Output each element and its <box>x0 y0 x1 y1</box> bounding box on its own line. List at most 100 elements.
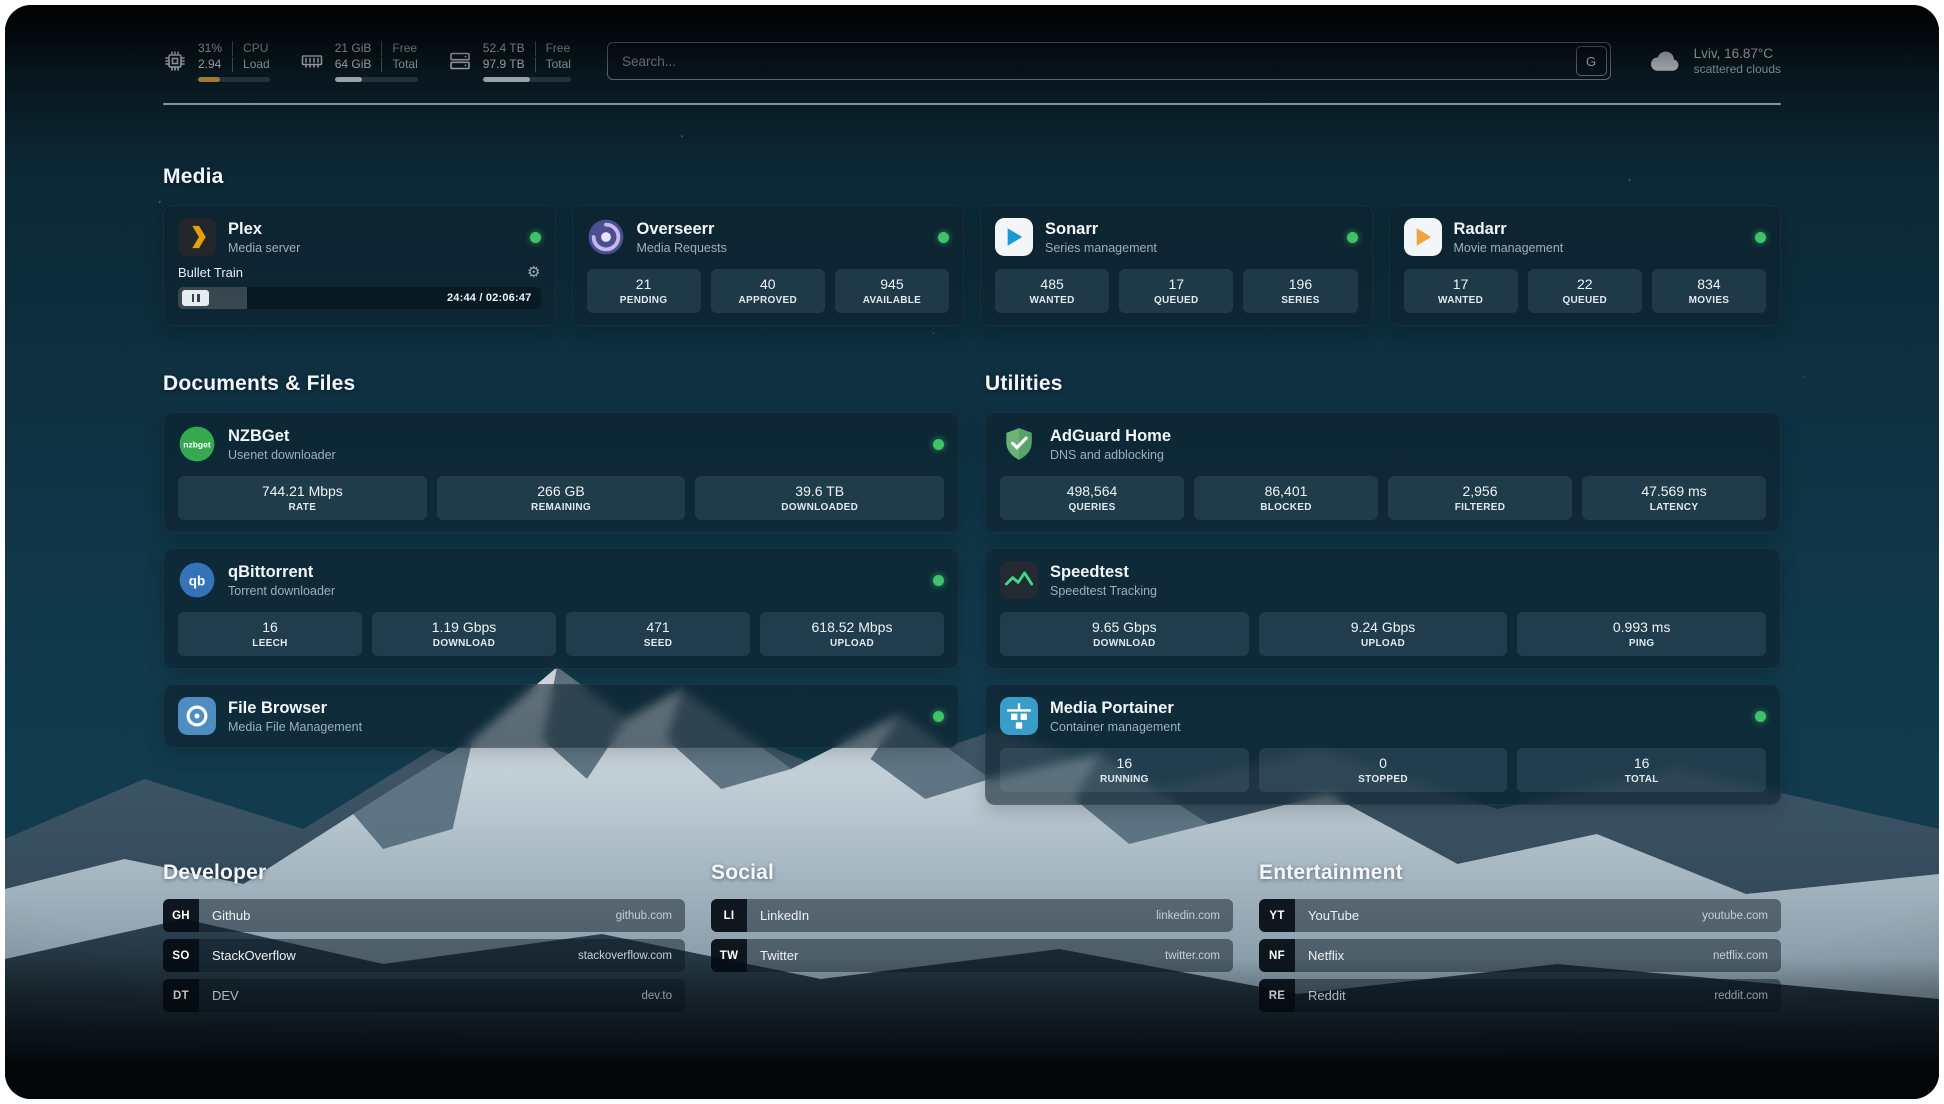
app-subtitle: Speedtest Tracking <box>1050 584 1157 599</box>
stat-value: 21 <box>591 276 697 293</box>
bookmark-linkedin[interactable]: LILinkedInlinkedin.com <box>711 899 1233 932</box>
dashboard-window: 31%CPU2.94Load21 GiBFree64 GiBTotal52.4 … <box>5 5 1939 1099</box>
system-stat-body: 21 GiBFree64 GiBTotal <box>335 41 418 82</box>
search-engine-button[interactable]: G <box>1576 46 1607 76</box>
app-card-radarr[interactable]: RadarrMovie management17WANTED22QUEUED83… <box>1389 205 1782 326</box>
weather-location-temp: Lviv, 16.87°C <box>1694 45 1781 62</box>
bookmark-name: StackOverflow <box>212 948 296 963</box>
radarr-icon <box>1404 218 1442 256</box>
pause-button[interactable] <box>182 290 209 306</box>
app-card-overseerr[interactable]: OverseerrMedia Requests21PENDING40APPROV… <box>572 205 965 326</box>
app-card-header: OverseerrMedia Requests <box>587 218 950 256</box>
stat-label: QUEUED <box>1123 295 1229 307</box>
bookmark-stackoverflow[interactable]: SOStackOverflowstackoverflow.com <box>163 939 685 972</box>
stat-label: PING <box>1521 638 1762 650</box>
adguard-icon <box>1000 425 1038 463</box>
documents-card-stack: nzbgetNZBGetUsenet downloader744.21 Mbps… <box>163 412 959 748</box>
system-stat-label: CPU <box>232 41 270 56</box>
stat-latency: 47.569 msLATENCY <box>1582 476 1766 520</box>
bookmark-rows: GHGithubgithub.comSOStackOverflowstackov… <box>163 899 685 1012</box>
app-name: Sonarr <box>1045 219 1157 239</box>
app-card-adguard[interactable]: AdGuard HomeDNS and adblocking498,564QUE… <box>985 412 1781 533</box>
playback-time: 24:44 / 02:06:47 <box>447 287 532 309</box>
stat-value: 744.21 Mbps <box>182 483 423 500</box>
disk-icon <box>448 49 472 73</box>
system-stat-value: 52.4 TB <box>483 41 535 56</box>
stat-value: 47.569 ms <box>1586 483 1762 500</box>
bookmark-url: netflix.com <box>1713 950 1768 962</box>
system-stat-ram: 21 GiBFree64 GiBTotal <box>300 41 418 82</box>
section-title-documents: Documents & Files <box>163 372 959 396</box>
gear-icon[interactable]: ⚙ <box>527 265 540 280</box>
stat-downloaded: 39.6 TBDOWNLOADED <box>695 476 944 520</box>
stat-value: 2,956 <box>1392 483 1568 500</box>
app-stats-row: 744.21 Mbps RATE 266 GBREMAINING39.6 TBDOW… <box>178 476 944 520</box>
stat-label: RATE <box>182 502 423 514</box>
stat-label: QUERIES <box>1004 502 1180 514</box>
app-card-portainer[interactable]: Media PortainerContainer management16RUN… <box>985 684 1781 805</box>
app-card-header: qbqBittorrentTorrent downloader <box>178 561 944 599</box>
stat-total: 16TOTAL <box>1517 748 1766 792</box>
bookmark-twitter[interactable]: TWTwittertwitter.com <box>711 939 1233 972</box>
bookmark-rows: YTYouTubeyoutube.com NFNetflixnetflix.com… <box>1259 899 1781 1012</box>
stat-available: 945AVAILABLE <box>835 269 949 313</box>
app-subtitle: Usenet downloader <box>228 448 336 463</box>
stat-label: APPROVED <box>715 295 821 307</box>
app-card-filebrowser[interactable]: File BrowserMedia File Management <box>163 684 959 748</box>
bookmark-dev[interactable]: DTDEVdev.to <box>163 979 685 1012</box>
stat-label: AVAILABLE <box>839 295 945 307</box>
stat-label: LEECH <box>182 638 358 650</box>
bookmark-name: Github <box>212 908 250 923</box>
app-card-nzbget[interactable]: nzbgetNZBGetUsenet downloader744.21 Mbps… <box>163 412 959 533</box>
app-card-header: Media PortainerContainer management <box>1000 697 1766 735</box>
system-stat-usage-bar <box>335 77 418 82</box>
bookmark-url: linkedin.com <box>1156 910 1220 922</box>
app-stats-row: 485WANTED17QUEUED196SERIES <box>995 269 1358 313</box>
cloud-icon <box>1647 43 1683 79</box>
stat-label: DOWNLOAD <box>376 638 552 650</box>
media-card-grid: PlexMedia serverBullet Train⚙24:44 / 02:… <box>163 205 1781 326</box>
stat-remaining: 266 GBREMAINING <box>437 476 686 520</box>
stat-value: 9.24 Gbps <box>1263 619 1504 636</box>
bookmark-netflix[interactable]: NFNetflixnetflix.com <box>1259 939 1781 972</box>
system-stat-value: 2.94 <box>198 57 232 72</box>
stat-approved: 40APPROVED <box>711 269 825 313</box>
status-dot-online <box>1755 711 1766 722</box>
stat-value: 485 <box>999 276 1105 293</box>
stat-label: BLOCKED <box>1198 502 1374 514</box>
app-card-plex[interactable]: PlexMedia serverBullet Train⚙24:44 / 02:… <box>163 205 556 326</box>
bookmark-abbr-icon: RE <box>1259 979 1295 1012</box>
stat-value: 0.993 ms <box>1521 619 1762 636</box>
bookmark-name: Reddit <box>1308 988 1346 1003</box>
system-stat-usage-bar <box>483 77 571 82</box>
stat-label: WANTED <box>999 295 1105 307</box>
app-card-sonarr[interactable]: SonarrSeries management485WANTED17QUEUED… <box>980 205 1373 326</box>
app-card-header: RadarrMovie management <box>1404 218 1767 256</box>
section-documents: Documents & Files nzbgetNZBGetUsenet dow… <box>163 372 959 805</box>
bookmark-name: LinkedIn <box>760 908 809 923</box>
app-stats-row: 498,564QUERIES86,401BLOCKED2,956FILTERED… <box>1000 476 1766 520</box>
bookmark-abbr-icon: NF <box>1259 939 1295 972</box>
search-input[interactable] <box>607 42 1611 80</box>
bookmark-reddit[interactable]: RERedditreddit.com <box>1259 979 1781 1012</box>
pause-bar <box>197 294 200 302</box>
system-stat-disk: 52.4 TBFree97.9 TBTotal <box>448 41 571 82</box>
app-card-speedtest[interactable]: SpeedtestSpeedtest Tracking9.65 GbpsDOWN… <box>985 548 1781 669</box>
playback-progress-bar[interactable]: 24:44 / 02:06:47 <box>178 287 541 309</box>
system-stat-usage-fill <box>198 77 220 82</box>
bookmark-abbr-icon: SO <box>163 939 199 972</box>
bookmark-github[interactable]: GHGithubgithub.com <box>163 899 685 932</box>
bookmark-group-social: SocialLILinkedInlinkedin.comTWTwittertwi… <box>711 861 1233 1012</box>
app-subtitle: Series management <box>1045 241 1157 256</box>
stat-label: TOTAL <box>1521 774 1762 786</box>
stat-upload: 9.24 GbpsUPLOAD <box>1259 612 1508 656</box>
search-bar[interactable]: G <box>607 42 1611 80</box>
stat-label: WANTED <box>1408 295 1514 307</box>
stat-label: SEED <box>570 638 746 650</box>
bookmark-youtube[interactable]: YTYouTubeyoutube.com <box>1259 899 1781 932</box>
stat-queries: 498,564QUERIES <box>1000 476 1184 520</box>
app-card-qbittorrent[interactable]: qbqBittorrentTorrent downloader16LEECH1.… <box>163 548 959 669</box>
system-stat-label: Total <box>535 57 571 72</box>
bookmark-columns: DeveloperGHGithubgithub.comSOStackOverfl… <box>163 861 1781 1012</box>
stat-label: RUNNING <box>1004 774 1245 786</box>
